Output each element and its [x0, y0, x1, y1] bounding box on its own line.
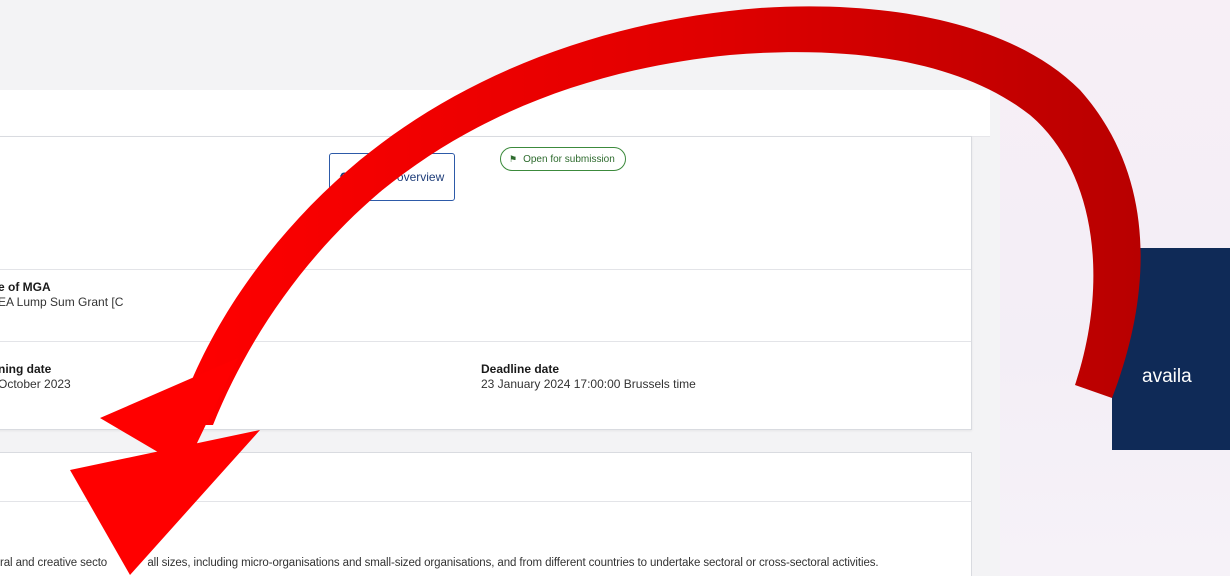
- opening-date-label: ning date: [0, 362, 52, 376]
- info-box: availa: [1112, 248, 1230, 450]
- deadline-date-label: Deadline date: [481, 362, 560, 376]
- row-divider: [0, 341, 971, 342]
- mga-type-label: e of MGA: [0, 280, 51, 294]
- page-header-band: [0, 90, 990, 137]
- call-details-card: € Budget overview e of MGA EA Lump Sum G…: [0, 136, 972, 430]
- status-badge: ⚑ Open for submission: [500, 147, 626, 171]
- row-divider: [0, 269, 971, 270]
- description-text-left: ral and creative secto: [0, 557, 108, 569]
- deadline-date-value: 23 January 2024 17:00:00 Brussels time: [481, 377, 696, 391]
- description-text: ral and creative secto all sizes, includ…: [0, 557, 879, 569]
- portal-page: € Budget overview e of MGA EA Lump Sum G…: [0, 0, 1000, 576]
- mga-type-value: EA Lump Sum Grant [C: [0, 295, 124, 309]
- budget-overview-button[interactable]: € Budget overview: [329, 153, 455, 201]
- info-box-text: availa: [1142, 366, 1192, 387]
- status-label: Open for submission: [523, 153, 615, 165]
- budget-overview-label: Budget overview: [355, 170, 445, 184]
- card-divider: [0, 501, 971, 502]
- flag-icon: ⚑: [509, 153, 518, 164]
- opening-date-value: October 2023: [0, 377, 71, 391]
- description-text-right: all sizes, including micro-organisations…: [147, 557, 879, 569]
- euro-icon: €: [339, 169, 348, 185]
